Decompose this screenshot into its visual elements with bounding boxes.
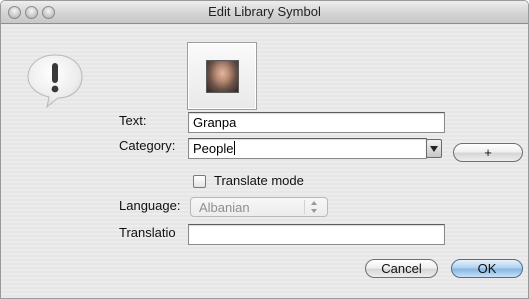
category-label: Category: xyxy=(119,138,176,153)
updown-arrows-icon xyxy=(311,201,319,213)
symbol-image-well[interactable] xyxy=(187,42,257,110)
add-category-button[interactable]: + xyxy=(453,143,523,162)
text-label: Text: xyxy=(119,113,147,128)
language-label: Language: xyxy=(119,198,181,213)
ok-button[interactable]: OK xyxy=(451,259,523,278)
category-dropdown-button[interactable] xyxy=(426,139,442,158)
exclamation-icon xyxy=(27,54,83,109)
symbol-photo xyxy=(206,60,239,93)
translate-mode-label[interactable]: Translate mode xyxy=(214,173,304,188)
translation-label: Translatio xyxy=(119,225,176,240)
language-popup[interactable]: Albanian xyxy=(190,197,328,217)
translate-mode-checkbox[interactable] xyxy=(193,175,206,188)
translation-field[interactable] xyxy=(188,224,445,245)
category-value: People xyxy=(193,141,234,156)
text-caret xyxy=(234,141,236,155)
cancel-button[interactable]: Cancel xyxy=(365,259,438,278)
text-field[interactable]: Granpa xyxy=(188,112,445,133)
title-bar[interactable]: Edit Library Symbol xyxy=(1,1,528,24)
chevron-down-icon xyxy=(430,145,438,152)
edit-library-symbol-window: Edit Library Symbol Text: Granpa Categor… xyxy=(0,0,529,299)
window-title: Edit Library Symbol xyxy=(208,4,321,19)
popup-divider xyxy=(304,200,305,214)
category-combo-field[interactable]: People xyxy=(188,138,427,159)
language-value: Albanian xyxy=(199,200,250,215)
